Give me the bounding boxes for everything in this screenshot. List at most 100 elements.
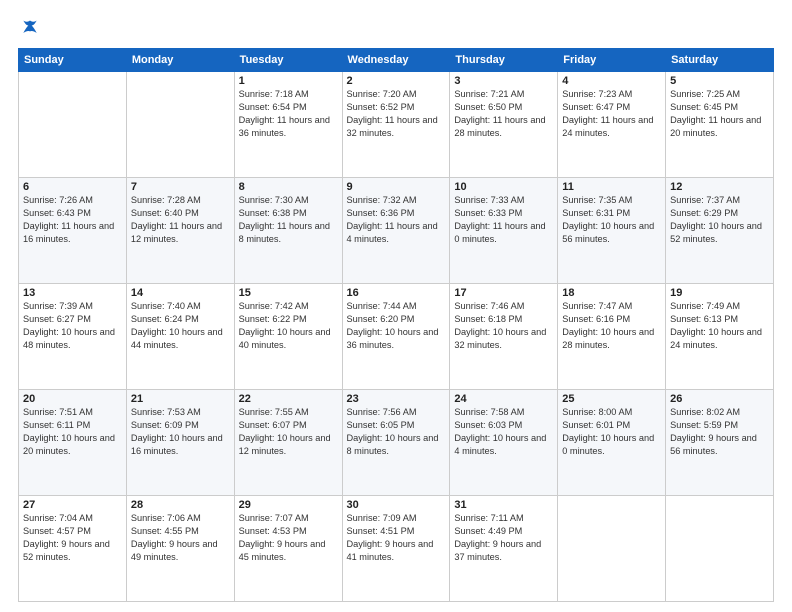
page: SundayMondayTuesdayWednesdayThursdayFrid…: [0, 0, 792, 612]
calendar-cell: 16Sunrise: 7:44 AMSunset: 6:20 PMDayligh…: [342, 284, 450, 390]
day-number: 9: [347, 181, 446, 193]
calendar-cell: 15Sunrise: 7:42 AMSunset: 6:22 PMDayligh…: [234, 284, 342, 390]
day-info: Sunrise: 7:20 AMSunset: 6:52 PMDaylight:…: [347, 88, 446, 140]
calendar-cell: 20Sunrise: 7:51 AMSunset: 6:11 PMDayligh…: [19, 390, 127, 496]
calendar-weekday-friday: Friday: [558, 49, 666, 72]
day-info: Sunrise: 7:09 AMSunset: 4:51 PMDaylight:…: [347, 512, 446, 564]
day-number: 26: [670, 393, 769, 405]
calendar-cell: 13Sunrise: 7:39 AMSunset: 6:27 PMDayligh…: [19, 284, 127, 390]
calendar-cell: 2Sunrise: 7:20 AMSunset: 6:52 PMDaylight…: [342, 72, 450, 178]
day-info: Sunrise: 8:00 AMSunset: 6:01 PMDaylight:…: [562, 406, 661, 458]
calendar-table: SundayMondayTuesdayWednesdayThursdayFrid…: [18, 48, 774, 602]
day-info: Sunrise: 7:30 AMSunset: 6:38 PMDaylight:…: [239, 194, 338, 246]
calendar-cell: 9Sunrise: 7:32 AMSunset: 6:36 PMDaylight…: [342, 178, 450, 284]
calendar-cell: 18Sunrise: 7:47 AMSunset: 6:16 PMDayligh…: [558, 284, 666, 390]
calendar-cell: 29Sunrise: 7:07 AMSunset: 4:53 PMDayligh…: [234, 496, 342, 602]
calendar-weekday-monday: Monday: [126, 49, 234, 72]
calendar-week-3: 13Sunrise: 7:39 AMSunset: 6:27 PMDayligh…: [19, 284, 774, 390]
day-info: Sunrise: 7:55 AMSunset: 6:07 PMDaylight:…: [239, 406, 338, 458]
day-number: 15: [239, 287, 338, 299]
day-info: Sunrise: 7:23 AMSunset: 6:47 PMDaylight:…: [562, 88, 661, 140]
calendar-cell: 12Sunrise: 7:37 AMSunset: 6:29 PMDayligh…: [666, 178, 774, 284]
day-info: Sunrise: 7:21 AMSunset: 6:50 PMDaylight:…: [454, 88, 553, 140]
day-number: 19: [670, 287, 769, 299]
day-info: Sunrise: 7:28 AMSunset: 6:40 PMDaylight:…: [131, 194, 230, 246]
day-number: 7: [131, 181, 230, 193]
day-info: Sunrise: 7:25 AMSunset: 6:45 PMDaylight:…: [670, 88, 769, 140]
day-info: Sunrise: 7:26 AMSunset: 6:43 PMDaylight:…: [23, 194, 122, 246]
calendar-cell: 23Sunrise: 7:56 AMSunset: 6:05 PMDayligh…: [342, 390, 450, 496]
calendar-cell: 8Sunrise: 7:30 AMSunset: 6:38 PMDaylight…: [234, 178, 342, 284]
calendar-cell: 10Sunrise: 7:33 AMSunset: 6:33 PMDayligh…: [450, 178, 558, 284]
day-number: 5: [670, 75, 769, 87]
calendar-cell: 3Sunrise: 7:21 AMSunset: 6:50 PMDaylight…: [450, 72, 558, 178]
day-info: Sunrise: 7:33 AMSunset: 6:33 PMDaylight:…: [454, 194, 553, 246]
calendar-cell: 22Sunrise: 7:55 AMSunset: 6:07 PMDayligh…: [234, 390, 342, 496]
calendar-cell: 1Sunrise: 7:18 AMSunset: 6:54 PMDaylight…: [234, 72, 342, 178]
day-info: Sunrise: 7:49 AMSunset: 6:13 PMDaylight:…: [670, 300, 769, 352]
day-info: Sunrise: 7:56 AMSunset: 6:05 PMDaylight:…: [347, 406, 446, 458]
calendar-week-2: 6Sunrise: 7:26 AMSunset: 6:43 PMDaylight…: [19, 178, 774, 284]
calendar-cell: [558, 496, 666, 602]
calendar-week-4: 20Sunrise: 7:51 AMSunset: 6:11 PMDayligh…: [19, 390, 774, 496]
day-number: 11: [562, 181, 661, 193]
day-info: Sunrise: 7:58 AMSunset: 6:03 PMDaylight:…: [454, 406, 553, 458]
calendar-cell: 31Sunrise: 7:11 AMSunset: 4:49 PMDayligh…: [450, 496, 558, 602]
day-info: Sunrise: 7:47 AMSunset: 6:16 PMDaylight:…: [562, 300, 661, 352]
day-info: Sunrise: 7:37 AMSunset: 6:29 PMDaylight:…: [670, 194, 769, 246]
header: [18, 18, 774, 38]
calendar-cell: 11Sunrise: 7:35 AMSunset: 6:31 PMDayligh…: [558, 178, 666, 284]
day-info: Sunrise: 8:02 AMSunset: 5:59 PMDaylight:…: [670, 406, 769, 458]
calendar-cell: 19Sunrise: 7:49 AMSunset: 6:13 PMDayligh…: [666, 284, 774, 390]
day-info: Sunrise: 7:06 AMSunset: 4:55 PMDaylight:…: [131, 512, 230, 564]
day-info: Sunrise: 7:40 AMSunset: 6:24 PMDaylight:…: [131, 300, 230, 352]
day-number: 28: [131, 499, 230, 511]
calendar-cell: 7Sunrise: 7:28 AMSunset: 6:40 PMDaylight…: [126, 178, 234, 284]
day-number: 8: [239, 181, 338, 193]
calendar-cell: 14Sunrise: 7:40 AMSunset: 6:24 PMDayligh…: [126, 284, 234, 390]
calendar-week-1: 1Sunrise: 7:18 AMSunset: 6:54 PMDaylight…: [19, 72, 774, 178]
day-number: 22: [239, 393, 338, 405]
logo: [18, 18, 42, 38]
day-info: Sunrise: 7:04 AMSunset: 4:57 PMDaylight:…: [23, 512, 122, 564]
calendar-cell: 27Sunrise: 7:04 AMSunset: 4:57 PMDayligh…: [19, 496, 127, 602]
calendar-cell: 6Sunrise: 7:26 AMSunset: 6:43 PMDaylight…: [19, 178, 127, 284]
day-info: Sunrise: 7:18 AMSunset: 6:54 PMDaylight:…: [239, 88, 338, 140]
day-number: 1: [239, 75, 338, 87]
day-info: Sunrise: 7:11 AMSunset: 4:49 PMDaylight:…: [454, 512, 553, 564]
day-info: Sunrise: 7:35 AMSunset: 6:31 PMDaylight:…: [562, 194, 661, 246]
day-number: 14: [131, 287, 230, 299]
logo-bird-icon: [20, 18, 40, 38]
day-number: 12: [670, 181, 769, 193]
day-number: 31: [454, 499, 553, 511]
day-number: 17: [454, 287, 553, 299]
day-number: 25: [562, 393, 661, 405]
day-info: Sunrise: 7:46 AMSunset: 6:18 PMDaylight:…: [454, 300, 553, 352]
day-info: Sunrise: 7:44 AMSunset: 6:20 PMDaylight:…: [347, 300, 446, 352]
calendar-weekday-tuesday: Tuesday: [234, 49, 342, 72]
day-number: 3: [454, 75, 553, 87]
calendar-cell: [19, 72, 127, 178]
day-number: 30: [347, 499, 446, 511]
day-info: Sunrise: 7:32 AMSunset: 6:36 PMDaylight:…: [347, 194, 446, 246]
calendar-week-5: 27Sunrise: 7:04 AMSunset: 4:57 PMDayligh…: [19, 496, 774, 602]
day-info: Sunrise: 7:51 AMSunset: 6:11 PMDaylight:…: [23, 406, 122, 458]
day-number: 24: [454, 393, 553, 405]
day-number: 21: [131, 393, 230, 405]
day-number: 4: [562, 75, 661, 87]
day-number: 27: [23, 499, 122, 511]
day-number: 10: [454, 181, 553, 193]
day-number: 2: [347, 75, 446, 87]
day-number: 20: [23, 393, 122, 405]
calendar-weekday-sunday: Sunday: [19, 49, 127, 72]
day-info: Sunrise: 7:07 AMSunset: 4:53 PMDaylight:…: [239, 512, 338, 564]
day-number: 16: [347, 287, 446, 299]
calendar-weekday-saturday: Saturday: [666, 49, 774, 72]
calendar-cell: 25Sunrise: 8:00 AMSunset: 6:01 PMDayligh…: [558, 390, 666, 496]
calendar-cell: 5Sunrise: 7:25 AMSunset: 6:45 PMDaylight…: [666, 72, 774, 178]
calendar-header-row: SundayMondayTuesdayWednesdayThursdayFrid…: [19, 49, 774, 72]
calendar-cell: [126, 72, 234, 178]
calendar-weekday-thursday: Thursday: [450, 49, 558, 72]
day-info: Sunrise: 7:39 AMSunset: 6:27 PMDaylight:…: [23, 300, 122, 352]
calendar-cell: 4Sunrise: 7:23 AMSunset: 6:47 PMDaylight…: [558, 72, 666, 178]
